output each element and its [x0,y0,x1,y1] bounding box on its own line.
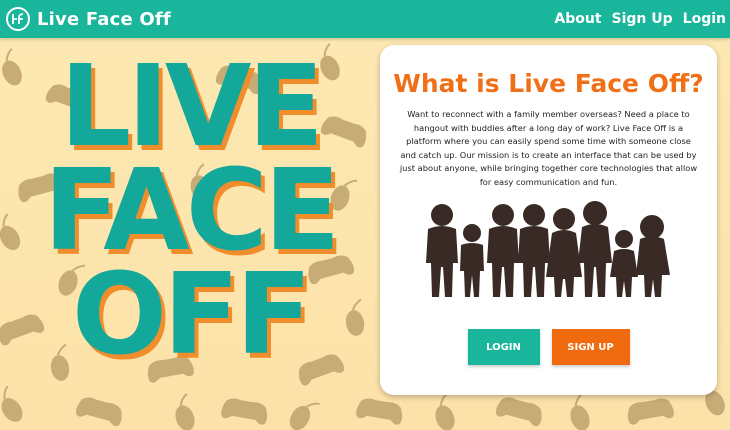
card-title: What is Live Face Off? [393,69,704,98]
nav-link-login[interactable]: Login [683,11,726,27]
hero-title: LIVE FACE OFF [30,42,350,380]
card-description: Want to reconnect with a family member o… [399,109,698,187]
hero-title-line-1: LIVE [59,42,324,172]
about-card: What is Live Face Off? Want to reconnect… [380,45,717,395]
logo-icon [6,7,30,31]
brand[interactable]: Live Face Off [0,6,171,32]
family-silhouette-image [425,201,670,297]
hero-title-line-2: FACE [43,146,340,276]
login-button[interactable]: LOGIN [467,329,540,365]
brand-name: Live Face Off [37,8,171,30]
signup-button[interactable]: SIGN UP [551,329,630,365]
nav-link-about[interactable]: About [554,11,601,27]
hero-title-line-3: OFF [71,250,312,380]
nav-link-signup[interactable]: Sign Up [612,11,673,27]
card-actions: LOGIN SIGN UP [380,329,717,365]
top-navbar: Live Face Off About Sign Up Login [0,0,730,38]
nav-links: About Sign Up Login [554,11,730,27]
